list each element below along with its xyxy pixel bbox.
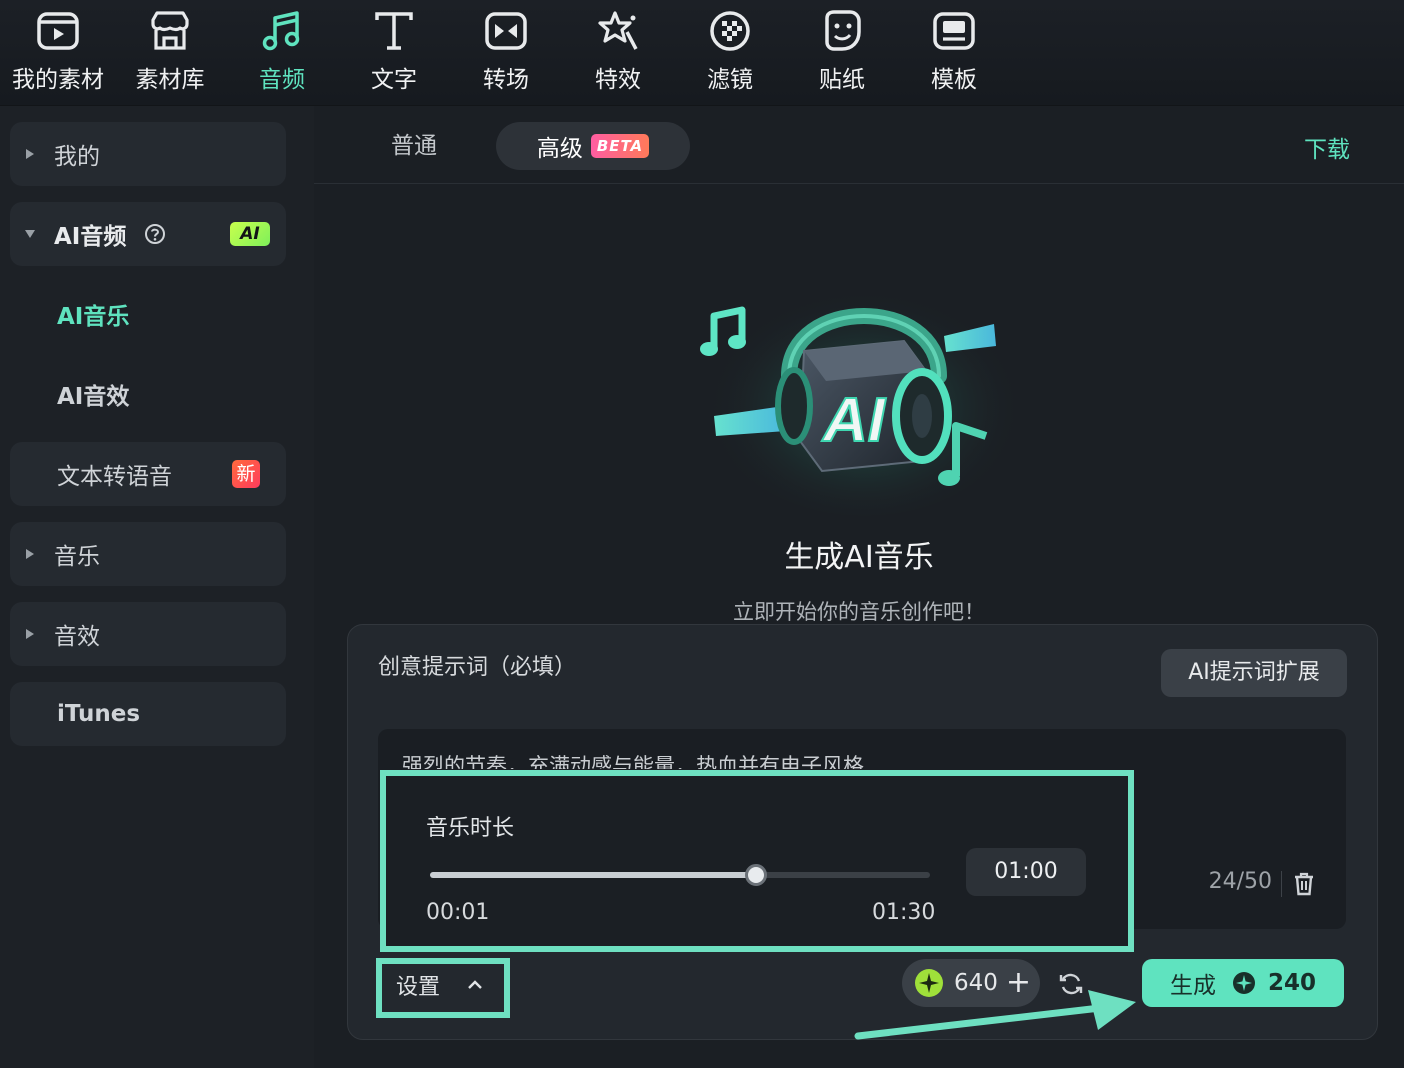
tab-normal[interactable]: 普通 (364, 122, 464, 170)
music-duration-popup: 音乐时长 00:01 01:30 01:00 (380, 770, 1134, 952)
tool-label: 转场 (483, 67, 529, 93)
tool-label: 音频 (259, 67, 305, 93)
ai-music-illustration: AI (700, 276, 1024, 516)
tool-audio[interactable]: 音频 (226, 8, 338, 98)
slider-fill (430, 872, 756, 878)
filter-icon (710, 11, 750, 51)
beta-badge: BETA (590, 134, 650, 158)
trash-icon[interactable] (1292, 871, 1316, 897)
tool-filters[interactable]: 滤镜 (674, 8, 786, 98)
tool-my-media[interactable]: 我的素材 (2, 8, 114, 98)
store-icon (151, 11, 189, 50)
chevron-down-icon (25, 230, 35, 238)
folder-play-icon (37, 12, 79, 50)
sidebar-item-music[interactable]: 音乐 (10, 522, 286, 586)
sidebar-item-label: AI音频 (54, 224, 127, 250)
sticker-icon (825, 10, 861, 51)
settings-toggle[interactable]: 设置 (380, 961, 504, 1009)
tab-label: 高级 (536, 136, 583, 162)
prompt-text: 强烈的节奏，充满动感与能量，热血并有电子风格 (402, 754, 864, 769)
tab-bar: 普通 高级 BETA 下载 (314, 106, 1404, 184)
page-title: 生成AI音乐 (784, 540, 934, 575)
ai-prompt-expand-button[interactable]: AI提示词扩展 (1161, 649, 1347, 697)
tool-label: 滤镜 (707, 67, 753, 93)
duration-min: 00:01 (426, 900, 490, 925)
tool-templates[interactable]: 模板 (898, 8, 1010, 98)
tool-label: 特效 (595, 67, 641, 93)
prompt-label: 创意提示词（必填） (378, 655, 577, 680)
chevron-right-icon (26, 629, 34, 639)
generate-label: 生成 (1169, 973, 1216, 999)
annotation-arrow (854, 990, 1136, 1040)
tool-label: 我的素材 (12, 67, 104, 93)
sidebar-item-label: 音乐 (54, 544, 100, 570)
sidebar-item-sound-effects[interactable]: 音效 (10, 602, 286, 666)
tab-advanced[interactable]: 高级 BETA (496, 122, 690, 170)
music-note-icon (262, 11, 300, 51)
char-counter: 24/50 (1208, 869, 1272, 894)
tool-label: 模板 (931, 67, 977, 93)
sidebar-item-label: AI音效 (57, 384, 130, 410)
top-toolbar: 我的素材 素材库 音频 文字 转场 特效 滤镜 贴纸 模板 (0, 0, 1404, 106)
sidebar-item-label: 音效 (54, 624, 100, 650)
tool-stickers[interactable]: 贴纸 (786, 8, 898, 98)
sidebar-item-ai-music[interactable]: AI音乐 (10, 282, 286, 346)
sidebar-item-tts[interactable]: 文本转语音 新 (10, 442, 286, 506)
slider-handle[interactable] (744, 864, 767, 886)
duration-label: 音乐时长 (426, 816, 515, 841)
generate-cost: 240 (1267, 970, 1316, 996)
chevron-right-icon (26, 549, 34, 559)
page-subtitle: 立即开始你的音乐创作吧！ (733, 600, 985, 624)
divider (1281, 871, 1282, 897)
transition-icon (485, 12, 527, 50)
duration-max: 01:30 (872, 900, 936, 925)
sidebar-item-ai-audio[interactable]: AI音频 AI (10, 202, 286, 266)
tool-stock-library[interactable]: 素材库 (114, 8, 226, 98)
duration-value[interactable]: 01:00 (966, 848, 1086, 896)
ai-badge: AI (230, 222, 270, 246)
tool-label: 文字 (371, 67, 417, 93)
sidebar-item-label: AI音乐 (57, 304, 130, 330)
tool-effects[interactable]: 特效 (562, 8, 674, 98)
sidebar-item-label: iTunes (57, 701, 141, 727)
sidebar-item-itunes[interactable]: iTunes (10, 682, 286, 746)
sidebar-item-label: 我的 (54, 144, 100, 170)
chevron-right-icon (26, 149, 34, 159)
sidebar-item-label: 文本转语音 (57, 464, 172, 490)
effects-star-icon (598, 11, 638, 50)
new-badge: 新 (232, 460, 260, 488)
sidebar-item-mine[interactable]: 我的 (10, 122, 286, 186)
template-icon (933, 12, 975, 50)
duration-slider[interactable] (430, 864, 930, 886)
generate-button[interactable]: 生成 240 (1142, 959, 1344, 1007)
hero-ai-text: AI (821, 386, 887, 455)
tool-label: 素材库 (135, 67, 205, 93)
settings-label: 设置 (396, 975, 441, 1000)
sidebar: 我的 AI音频 AI AI音乐 AI音效 文本转语音 新 音乐 音效 iTune… (0, 106, 314, 1068)
download-link[interactable]: 下载 (1304, 130, 1350, 164)
tool-label: 贴纸 (819, 67, 865, 93)
help-icon[interactable] (144, 223, 166, 245)
text-icon (375, 12, 413, 50)
sidebar-item-ai-sfx[interactable]: AI音效 (10, 362, 286, 426)
credit-icon (1232, 972, 1255, 994)
tool-transitions[interactable]: 转场 (450, 8, 562, 98)
tool-text[interactable]: 文字 (338, 8, 450, 98)
chevron-up-icon (468, 980, 482, 989)
